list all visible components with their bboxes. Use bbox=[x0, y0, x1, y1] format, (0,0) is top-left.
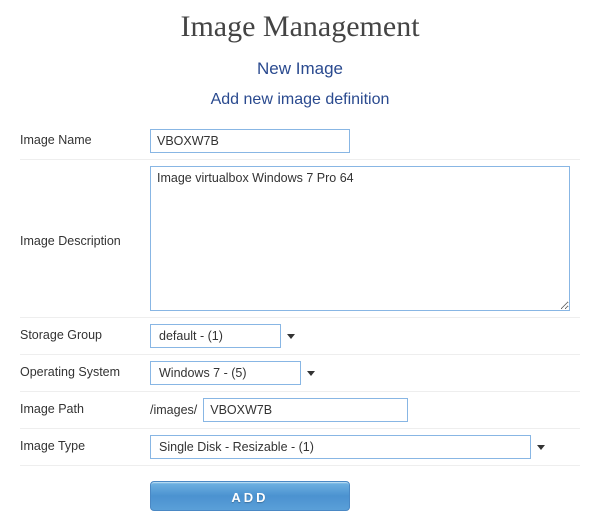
row-image-description: Image Description bbox=[20, 160, 580, 318]
label-image-type: Image Type bbox=[20, 435, 150, 453]
row-operating-system: Operating System Windows 7 - (5) bbox=[20, 355, 580, 392]
row-image-name: Image Name bbox=[20, 123, 580, 160]
image-path-prefix: /images/ bbox=[150, 403, 199, 417]
operating-system-select[interactable]: Windows 7 - (5) bbox=[150, 361, 320, 385]
storage-group-select[interactable]: default - (1) bbox=[150, 324, 300, 348]
image-description-textarea[interactable] bbox=[150, 166, 570, 311]
row-image-type: Image Type Single Disk - Resizable - (1) bbox=[20, 429, 580, 466]
page-title: Image Management bbox=[20, 10, 580, 44]
image-path-input[interactable] bbox=[203, 398, 408, 422]
image-type-select[interactable]: Single Disk - Resizable - (1) bbox=[150, 435, 550, 459]
image-name-input[interactable] bbox=[150, 129, 350, 153]
label-operating-system: Operating System bbox=[20, 361, 150, 379]
page-subtitle: New Image bbox=[20, 59, 580, 79]
label-storage-group: Storage Group bbox=[20, 324, 150, 342]
image-management-page: Image Management New Image Add new image… bbox=[0, 0, 600, 531]
label-image-name: Image Name bbox=[20, 129, 150, 147]
label-image-path: Image Path bbox=[20, 398, 150, 416]
section-title: Add new image definition bbox=[20, 91, 580, 109]
submit-row: Add bbox=[20, 466, 580, 511]
label-image-description: Image Description bbox=[20, 230, 150, 248]
add-button[interactable]: Add bbox=[150, 481, 350, 511]
row-storage-group: Storage Group default - (1) bbox=[20, 318, 580, 355]
row-image-path: Image Path /images/ bbox=[20, 392, 580, 429]
